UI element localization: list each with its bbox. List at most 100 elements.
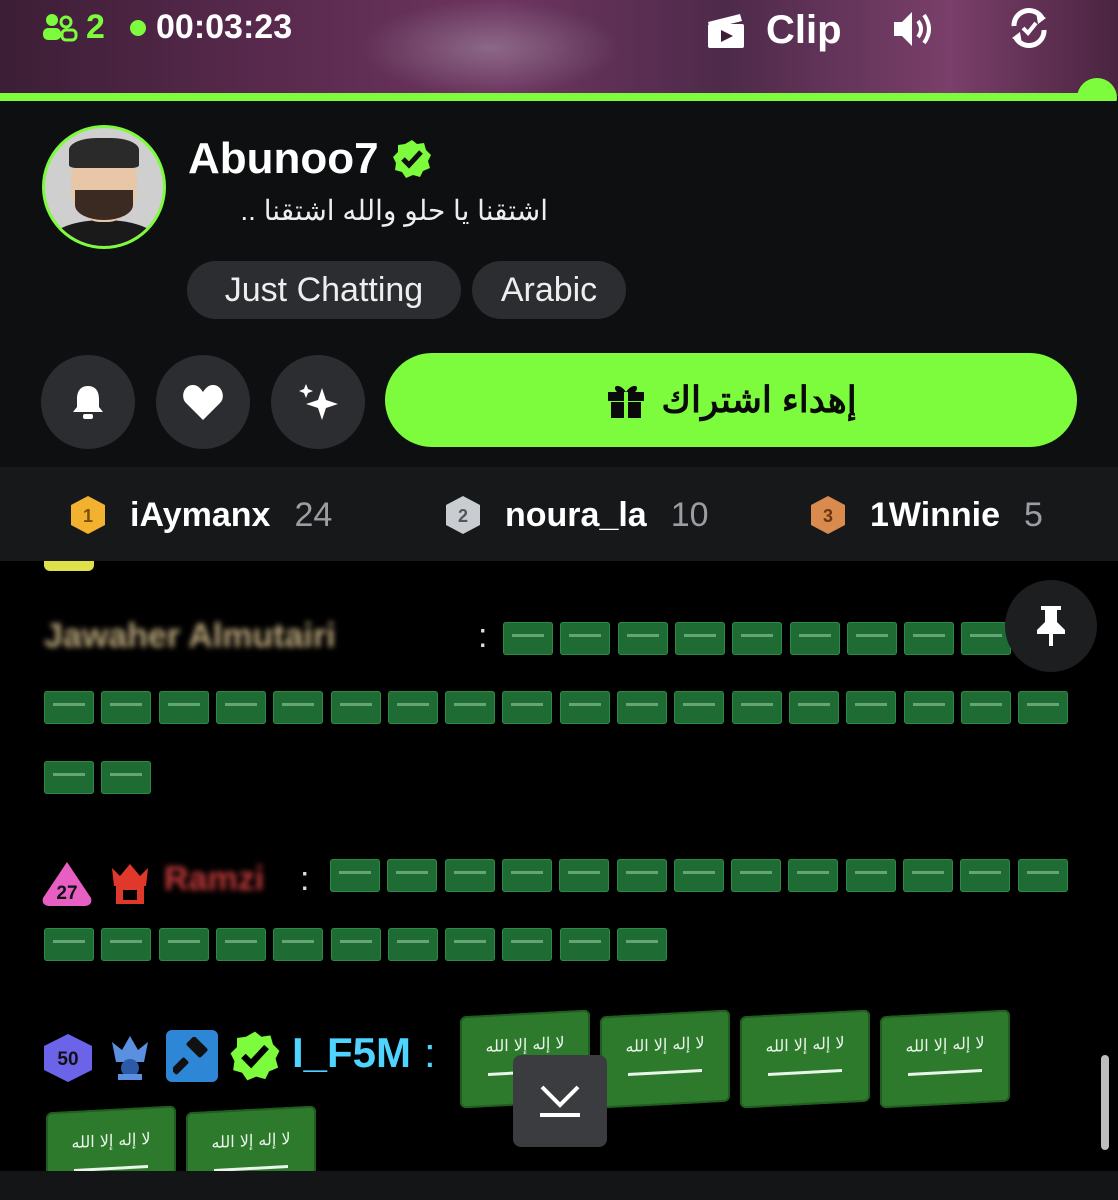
blurred-username: Jawaher Almutairi [44,617,336,655]
pin-icon [1037,606,1065,646]
gift-subscription-button[interactable]: إهداء اشتراك [385,353,1077,447]
message-colon: : [300,860,310,898]
saudi-flag-emote [503,622,553,655]
viewer-count-value: 2 [86,8,105,46]
saudi-flag-emote [46,1105,176,1171]
svg-text:3: 3 [823,506,833,526]
saudi-flag-emote [158,928,209,961]
follow-button[interactable] [156,355,250,449]
heart-icon [183,385,223,420]
saudi-flag-emote [960,859,1011,892]
avatar[interactable] [42,125,166,249]
saudi-flag-emote [387,859,438,892]
live-dot-icon [130,19,146,36]
saudi-flag-emote [186,1105,316,1171]
saudi-flag-emote [330,691,381,724]
clip-label: Clip [766,8,842,52]
level-badge-50-icon: 50 [44,1034,92,1082]
saudi-flag-emote [215,928,266,961]
tag-arabic[interactable]: Arabic [472,261,626,319]
saudi-flag-emote [559,928,610,961]
saudi-flag-emote [732,622,783,655]
saudi-flag-emote [788,691,839,724]
saudi-flag-emote [846,691,897,724]
saudi-flag-emote [101,928,152,961]
level-badge-27-icon: 27 [42,862,92,906]
live-timer: 00:03:23 [130,8,292,47]
rank-silver-badge-icon: 2 [446,496,480,534]
saudi-flag-emote [387,691,438,724]
saudi-flag-emote [44,761,94,794]
stream-title: اشتقنا يا حلو والله اشتقنا .. [240,195,548,226]
bell-icon [73,386,103,419]
moderator-badge [166,1030,218,1082]
viewers-icon [43,13,78,41]
saudi-flag-emote [560,622,611,655]
saudi-flag-emote [617,691,667,724]
scroll-to-bottom-button[interactable] [513,1055,607,1147]
leaderboard-user: 1Winnie [870,495,1001,534]
clip-button[interactable]: Clip [706,8,842,53]
chat-scrollbar[interactable] [1101,1055,1109,1150]
saudi-flag-emote [731,859,782,892]
saudi-flag-emote [101,761,152,794]
highlight-button[interactable] [271,355,365,449]
leaderboard-count: 5 [1024,495,1043,534]
rotate-icon [1011,7,1047,49]
tag-just-chatting[interactable]: Just Chatting [187,261,461,319]
saudi-flag-emote [330,928,381,961]
saudi-flag-emote [44,928,94,961]
svg-text:2: 2 [458,506,468,526]
avatar-hair [69,138,139,168]
saudi-flag-emote [559,691,610,724]
saudi-flag-emote [330,859,380,892]
leaderboard-count: 24 [294,495,333,534]
saudi-flag-emote [673,859,724,892]
saudi-flag-emote [215,691,266,724]
clip-icon [708,13,744,48]
saudi-flag-emote [788,859,839,892]
notification-button[interactable] [41,355,135,449]
saudi-flag-emote [616,859,667,892]
saudi-flag-emote [502,928,553,961]
saudi-flag-emote [158,691,209,724]
avatar-body [51,220,157,246]
previous-message-badge [44,561,94,571]
chat-username[interactable]: I_F5M [292,1029,411,1077]
saudi-flag-emote [960,691,1011,724]
saudi-flag-emote [1017,859,1068,892]
leaderboard-count: 10 [670,495,709,534]
saudi-flag-emote [559,859,610,892]
leaderboard-entry-2[interactable]: 2 noura_la 10 [443,493,709,537]
playback-progress-bar[interactable] [0,93,1100,101]
volume-button[interactable] [892,8,938,50]
rank-gold-badge-icon: 1 [71,496,105,534]
pin-button[interactable] [1005,580,1097,672]
leaderboard-entry-3[interactable]: 3 1Winnie 5 [808,493,1043,537]
leaderboard-entry-1[interactable]: 1 iAymanx 24 [68,493,332,537]
channel-name[interactable]: Abunoo7 [188,134,433,184]
rank-bronze-badge-icon: 3 [811,496,845,534]
saudi-flag-emote [617,928,667,961]
saudi-flag-emote [845,859,896,892]
chat-input-bar[interactable] [0,1171,1118,1200]
video-frame [360,0,620,96]
channel-name-text: Abunoo7 [188,134,379,183]
crown-badge-icon [112,864,148,904]
svg-text:50: 50 [57,1049,78,1070]
blurred-username: Ramzi [164,860,265,898]
saudi-flag-emote [273,691,324,724]
svg-text:27: 27 [56,883,77,904]
saudi-flag-emote [502,691,553,724]
chevron-down-icon [540,1085,580,1117]
rotate-button[interactable] [1006,6,1052,50]
saudi-flag-emote [600,1009,730,1109]
saudi-flag-emote [903,691,954,724]
message-colon: : [478,617,488,655]
saudi-flag-emote [617,622,668,655]
gift-subscription-label: إهداء اشتراك [661,379,857,420]
saudi-flag-emote [904,622,955,655]
king-badge-icon [112,1036,148,1080]
saudi-flag-emote [674,622,725,655]
saudi-flag-emote [961,622,1012,655]
